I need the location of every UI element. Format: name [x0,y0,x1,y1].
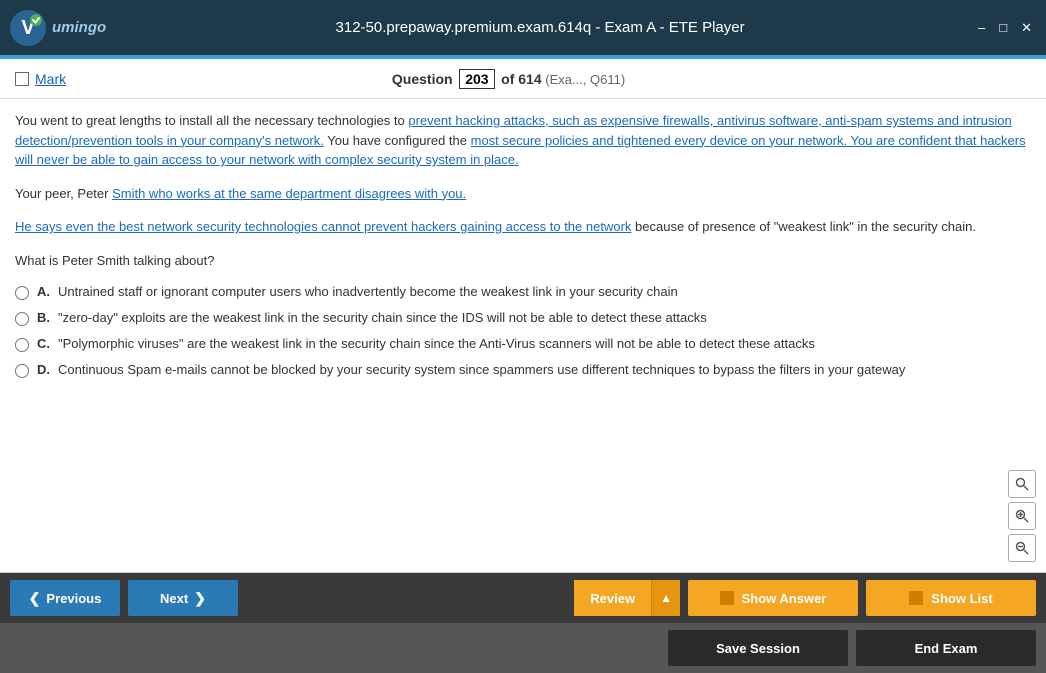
question-text-p3-part1: because of presence of "weakest link" in… [631,219,976,234]
zoom-out-button[interactable] [1008,534,1036,562]
option-d-letter: D. [37,362,50,377]
next-button[interactable]: Next ❯ [128,580,238,616]
option-b-radio[interactable] [15,312,29,326]
question-paragraph-2: Your peer, Peter Smith who works at the … [15,184,1031,204]
option-b-text: "zero-day" exploits are the weakest link… [58,310,707,325]
option-a-radio[interactable] [15,286,29,300]
show-answer-button[interactable]: Show Answer [688,580,858,616]
zoom-in-icon [1015,509,1029,523]
question-paragraph-3: He says even the best network security t… [15,217,1031,237]
show-list-icon [909,591,923,605]
vumingo-logo-icon: V [10,10,46,46]
show-list-label: Show List [931,591,992,606]
option-c-letter: C. [37,336,50,351]
option-c[interactable]: C. "Polymorphic viruses" are the weakest… [15,336,1031,352]
zoom-out-icon [1015,541,1029,555]
show-list-button[interactable]: Show List [866,580,1036,616]
show-answer-label: Show Answer [742,591,827,606]
save-session-label: Save Session [716,641,800,656]
show-answer-icon [720,591,734,605]
review-button[interactable]: Review ▲ [574,580,680,616]
restore-button[interactable]: □ [995,20,1011,35]
next-label: Next [160,591,188,606]
mark-label[interactable]: Mark [35,71,66,87]
option-a-letter: A. [37,284,50,299]
review-dropdown-arrow[interactable]: ▲ [651,580,680,616]
window-title: 312-50.prepaway.premium.exam.614q - Exam… [106,19,974,36]
mark-left: Mark [15,71,66,87]
zoom-in-button[interactable] [1008,502,1036,530]
title-bar: V umingo 312-50.prepaway.premium.exam.61… [0,0,1046,55]
option-d-radio[interactable] [15,364,29,378]
question-paragraph-1: You went to great lengths to install all… [15,111,1031,170]
search-tool-button[interactable] [1008,470,1036,498]
option-b-letter: B. [37,310,50,325]
next-chevron-icon: ❯ [194,590,206,607]
options-list: A. Untrained staff or ignorant computer … [15,284,1031,378]
review-main[interactable]: Review [574,580,651,616]
previous-button[interactable]: ❮ Previous [10,580,120,616]
bottom-bar-2: Save Session End Exam [0,623,1046,673]
question-paragraph-4: What is Peter Smith talking about? [15,251,1031,271]
option-b[interactable]: B. "zero-day" exploits are the weakest l… [15,310,1031,326]
option-d[interactable]: D. Continuous Spam e-mails cannot be blo… [15,362,1031,378]
search-icon [1015,477,1029,491]
option-c-text: "Polymorphic viruses" are the weakest li… [58,336,815,351]
review-label: Review [590,591,635,606]
question-info: Question 203 of 614 (Exa..., Q611) [392,69,625,89]
previous-label: Previous [46,591,101,606]
window-controls: – □ ✕ [974,20,1036,36]
main-content: You went to great lengths to install all… [0,99,1046,573]
option-a-text: Untrained staff or ignorant computer use… [58,284,678,299]
question-text-p3-highlight1: He says even the best network security t… [15,219,631,234]
end-exam-label: End Exam [915,641,978,656]
option-d-text: Continuous Spam e-mails cannot be blocke… [58,362,905,377]
prev-chevron-icon: ❮ [29,590,41,607]
question-text-p1-part2: You have configured the [324,133,471,148]
logo-text: umingo [52,19,106,36]
close-button[interactable]: ✕ [1017,20,1036,36]
save-session-button[interactable]: Save Session [668,630,848,666]
question-label: Question [392,71,453,87]
logo-area: V umingo [10,10,106,46]
question-text-p1-part1: You went to great lengths to install all… [15,113,408,128]
question-ref: (Exa..., Q611) [545,72,625,87]
question-number: 203 [459,69,494,89]
option-a[interactable]: A. Untrained staff or ignorant computer … [15,284,1031,300]
question-text-p2-highlight: Smith who works at the same department d… [112,186,466,201]
bottom-nav: ❮ Previous Next ❯ Review ▲ Show Answer S… [0,573,1046,623]
question-text-p2-part1: Your peer, Peter [15,186,112,201]
mark-checkbox[interactable] [15,72,29,86]
question-total: of 614 [501,71,541,87]
end-exam-button[interactable]: End Exam [856,630,1036,666]
option-c-radio[interactable] [15,338,29,352]
mark-bar: Mark Question 203 of 614 (Exa..., Q611) [0,59,1046,99]
review-arrow-icon: ▲ [660,591,672,605]
side-tools [1008,470,1036,562]
minimize-button[interactable]: – [974,20,989,35]
